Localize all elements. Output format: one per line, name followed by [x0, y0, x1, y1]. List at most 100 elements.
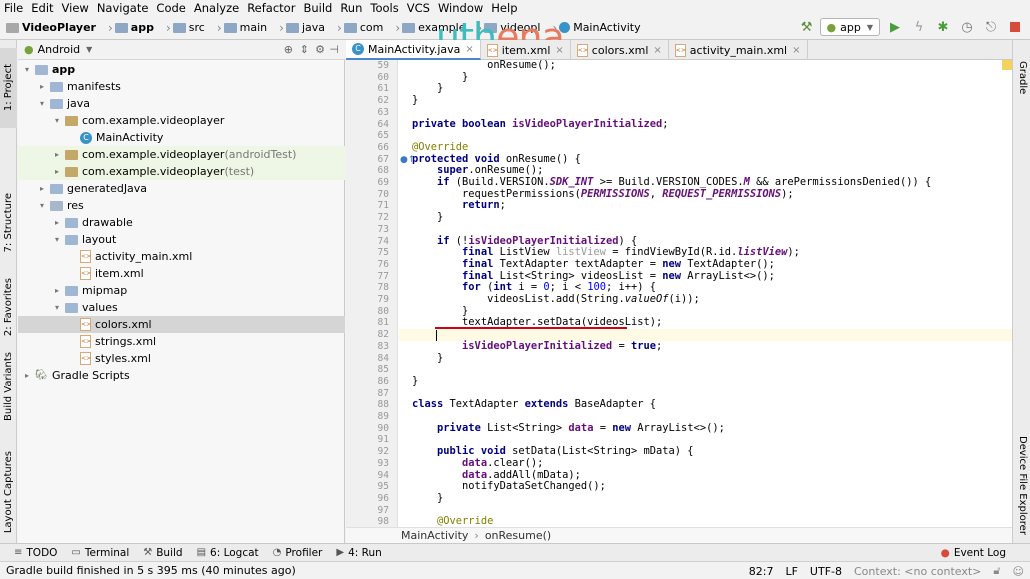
run-icon[interactable]: ▶	[886, 18, 904, 36]
expand-arrow-icon[interactable]: ▸	[52, 286, 62, 295]
code-line[interactable]: }	[412, 492, 443, 505]
code-line[interactable]: isVideoPlayerInitialized = true;	[412, 340, 662, 353]
hammer-icon[interactable]: ⚒	[798, 18, 816, 36]
tool-window-button[interactable]: ▤ 6: Logcat	[197, 547, 259, 559]
inspection-status-icon[interactable]	[1002, 60, 1012, 70]
debug-icon[interactable]: ✱	[934, 18, 952, 36]
code-line[interactable]: }	[412, 94, 418, 107]
expand-arrow-icon[interactable]: ▸	[52, 150, 62, 159]
tree-item[interactable]: ▸ generatedJava	[18, 180, 345, 197]
nav-crumb[interactable]: › main	[211, 21, 267, 35]
tab-device-file-explorer[interactable]: Device File Explorer	[1014, 430, 1030, 540]
menu-analyze[interactable]: Analyze	[194, 1, 239, 15]
globe-icon[interactable]: ⊕	[284, 43, 293, 56]
tree-item[interactable]: ▸ com.example.videoplayer (test)	[18, 163, 345, 180]
tree-item[interactable]: <> activity_main.xml	[18, 248, 345, 265]
tree-item[interactable]: ▸ drawable	[18, 214, 345, 231]
tool-window-button[interactable]: ◔ Profiler	[273, 547, 323, 559]
editor-tab[interactable]: <> activity_main.xml ×	[669, 40, 808, 60]
close-icon[interactable]: ×	[792, 45, 800, 56]
tree-item[interactable]: ▸ manifests	[18, 78, 345, 95]
menu-navigate[interactable]: Navigate	[97, 1, 149, 15]
tool-window-button[interactable]: ▭ Terminal	[71, 547, 129, 559]
code-line[interactable]: class TextAdapter extends BaseAdapter {	[412, 398, 656, 411]
menu-code[interactable]: Code	[156, 1, 185, 15]
tree-item[interactable]: ▾ java	[18, 95, 345, 112]
menu-view[interactable]: View	[62, 1, 89, 15]
menu-edit[interactable]: Edit	[31, 1, 53, 15]
stop-icon[interactable]	[1006, 18, 1024, 36]
menu-help[interactable]: Help	[491, 1, 517, 15]
caret-position[interactable]: 82:7	[749, 565, 774, 578]
menu-build[interactable]: Build	[303, 1, 332, 15]
tab-structure[interactable]: 7: Structure	[0, 178, 17, 268]
tab-gradle[interactable]: Gradle	[1014, 48, 1030, 108]
project-view-select[interactable]: Android	[38, 43, 81, 56]
menu-tools[interactable]: Tools	[370, 1, 398, 15]
lock-icon[interactable]: 🔓︎	[993, 564, 1000, 578]
code-line[interactable]: onResume();	[412, 60, 556, 72]
expand-arrow-icon[interactable]: ▾	[52, 235, 62, 244]
crumb-method[interactable]: onResume()	[485, 529, 551, 542]
tool-window-button[interactable]: ⚒ Build	[143, 547, 182, 559]
tree-item[interactable]: ▾ app	[18, 61, 345, 78]
menu-window[interactable]: Window	[438, 1, 483, 15]
tree-item[interactable]: ▾ layout	[18, 231, 345, 248]
tree-item[interactable]: <> item.xml	[18, 265, 345, 282]
nav-crumb[interactable]: › src	[160, 21, 205, 35]
expand-arrow-icon[interactable]: ▸	[52, 218, 62, 227]
nav-crumb[interactable]: › java	[273, 21, 325, 35]
tree-item[interactable]: <> strings.xml	[18, 333, 345, 350]
tree-item[interactable]: <> colors.xml	[18, 316, 345, 333]
close-icon[interactable]: ×	[465, 44, 473, 55]
expand-arrow-icon[interactable]: ▾	[37, 201, 47, 210]
expand-arrow-icon[interactable]: ▾	[22, 65, 32, 74]
file-encoding[interactable]: UTF-8	[810, 565, 842, 578]
tree-item[interactable]: ▸ com.example.videoplayer (androidTest)	[18, 146, 345, 163]
nav-crumb[interactable]: VideoPlayer	[6, 21, 96, 34]
editor-tab[interactable]: <> item.xml ×	[481, 40, 571, 60]
editor-tab[interactable]: <> colors.xml ×	[571, 40, 669, 60]
tree-item[interactable]: C MainActivity	[18, 129, 345, 146]
editor-tab[interactable]: C MainActivity.java ×	[346, 40, 481, 60]
menu-vcs[interactable]: VCS	[407, 1, 430, 15]
gear-icon[interactable]: ⚙	[315, 43, 325, 56]
attach-debugger-icon[interactable]: ⎋	[982, 18, 1000, 36]
menu-file[interactable]: File	[4, 1, 23, 15]
profile-icon[interactable]: ◷	[958, 18, 976, 36]
tab-favorites[interactable]: 2: Favorites	[0, 262, 17, 352]
code-line[interactable]: }	[412, 211, 443, 224]
code-editor[interactable]: 59 60 61 62 63 64 65 66 67 68 69 70 71 72 73 74 75 76 77 78…	[346, 60, 1012, 527]
crumb-class[interactable]: MainActivity	[401, 529, 468, 542]
tree-item[interactable]: ▾ res	[18, 197, 345, 214]
hide-panel-icon[interactable]: ⊣	[329, 43, 339, 56]
code-line[interactable]: }	[412, 352, 443, 365]
expand-arrow-icon[interactable]: ▸	[22, 371, 32, 380]
tree-item[interactable]: ▾ com.example.videoplayer	[18, 112, 345, 129]
code-line[interactable]: private boolean isVideoPlayerInitialized…	[412, 118, 669, 131]
expand-arrow-icon[interactable]: ▾	[52, 116, 62, 125]
menu-run[interactable]: Run	[340, 1, 362, 15]
tree-item[interactable]: ▸ 🐘︎ Gradle Scripts	[18, 367, 345, 384]
tree-item[interactable]: ▸ mipmap	[18, 282, 345, 299]
expand-arrow-icon[interactable]: ▾	[37, 99, 47, 108]
collapse-all-icon[interactable]: ⇕	[300, 43, 309, 56]
nav-crumb[interactable]: › com	[331, 21, 383, 35]
apply-changes-icon[interactable]: ϟ	[910, 18, 928, 36]
status-message[interactable]: Gradle build finished in 5 s 395 ms (40 …	[6, 564, 296, 577]
event-log-button[interactable]: ● Event Log	[941, 547, 1006, 559]
code-line[interactable]: @Override	[412, 515, 493, 527]
close-icon[interactable]: ×	[555, 45, 563, 56]
line-separator[interactable]: LF	[785, 565, 797, 578]
tree-item[interactable]: <> styles.xml	[18, 350, 345, 367]
tab-build-variants[interactable]: Build Variants	[0, 346, 17, 426]
tab-layout-captures[interactable]: Layout Captures	[0, 442, 17, 542]
nav-crumb[interactable]: › app	[102, 21, 154, 35]
expand-arrow-icon[interactable]: ▸	[37, 82, 47, 91]
tab-project[interactable]: 1: Project	[0, 48, 17, 128]
close-icon[interactable]: ×	[653, 45, 661, 56]
expand-arrow-icon[interactable]: ▸	[52, 167, 62, 176]
override-icon[interactable]: ●↑	[400, 155, 415, 165]
expand-arrow-icon[interactable]: ▸	[37, 184, 47, 193]
tree-item[interactable]: ▾ values	[18, 299, 345, 316]
